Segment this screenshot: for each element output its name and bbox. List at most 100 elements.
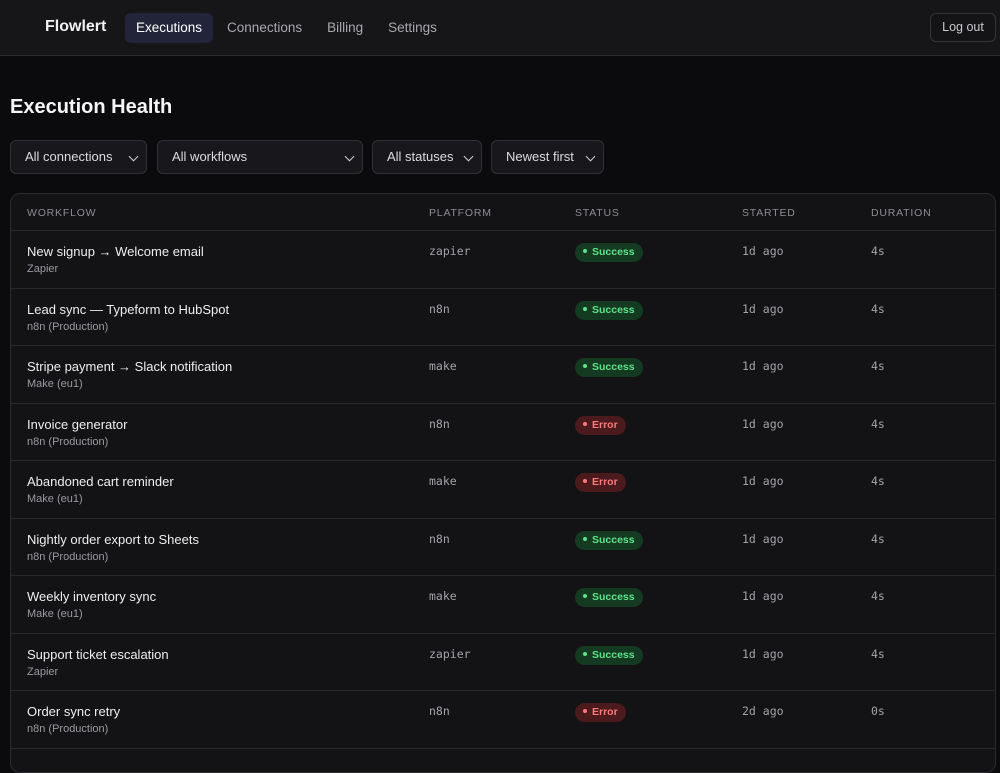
chevron-down-icon (463, 151, 474, 162)
column-header-status[interactable]: STATUS (575, 207, 620, 219)
platform-value: make (429, 474, 457, 488)
table-header: WORKFLOW PLATFORM STATUS STARTED DURATIO… (11, 194, 995, 231)
main-nav: Executions Connections Billing Settings (125, 13, 451, 43)
nav-billing[interactable]: Billing (316, 13, 374, 43)
platform-value: n8n (429, 301, 450, 316)
duration-value: 4s (871, 416, 885, 431)
status-label: Error (592, 418, 618, 431)
chevron-down-icon (344, 151, 355, 162)
table-row[interactable]: Abandoned cart reminder Make (eu1) make Err… (11, 461, 995, 519)
started-value: 1d ago (742, 589, 784, 603)
status-badge: Error (575, 703, 626, 722)
workflow-filter-value: All workflows (172, 149, 248, 164)
status-label: Success (592, 361, 635, 373)
workflow-name[interactable]: Nightly order export to Sheets (27, 532, 199, 547)
status-dot-icon (583, 594, 587, 599)
brand-logo[interactable]: Flowlert (45, 18, 106, 36)
platform-value: n8n (429, 704, 450, 718)
started-value: 1d ago (742, 474, 784, 488)
chevron-down-icon (128, 151, 139, 162)
status-label: Success (592, 591, 635, 603)
status-filter-select[interactable]: All statuses (372, 140, 482, 174)
started-value: 1d ago (742, 646, 784, 661)
column-header-platform[interactable]: PLATFORM (429, 207, 492, 219)
status-dot-icon (583, 479, 587, 484)
status-label: Error (592, 476, 618, 488)
workflow-name[interactable]: Abandoned cart reminder (27, 474, 174, 489)
platform-value: n8n (429, 416, 450, 431)
duration-value: 4s (871, 531, 885, 546)
workflow-filter-select[interactable]: All workflows (157, 140, 363, 174)
workflow-name[interactable]: Lead sync — Typeform to HubSpot (27, 302, 229, 317)
column-header-duration[interactable]: DURATION (871, 207, 931, 219)
status-badge: Error (575, 415, 626, 435)
workflow-connection: Make (eu1) (27, 608, 83, 620)
status-badge: Error (575, 473, 626, 492)
duration-value: 4s (871, 474, 885, 488)
table-row[interactable]: Invoice generator n8n (Production) n8n Erro… (11, 404, 995, 461)
status-badge: Success (575, 300, 643, 320)
duration-value: 4s (871, 301, 885, 316)
status-dot-icon (583, 421, 587, 426)
platform-value: zapier (429, 244, 471, 258)
status-badge: Success (575, 358, 643, 377)
workflow-name[interactable]: Weekly inventory sync (27, 589, 156, 604)
workflow-name[interactable]: Stripe payment → Slack notification (27, 359, 232, 374)
table-row[interactable]: Lead sync — Typeform to HubSpot n8n (Prod… (11, 289, 995, 346)
platform-value: make (429, 589, 457, 603)
table-row[interactable]: Weekly inventory sync Make (eu1) make Succe… (11, 576, 995, 634)
sort-select[interactable]: Newest first (491, 140, 604, 174)
status-label: Error (592, 706, 618, 718)
status-dot-icon (583, 536, 587, 541)
workflow-name[interactable]: Support ticket escalation (27, 647, 169, 662)
duration-value: 0s (871, 704, 885, 718)
status-label: Success (592, 533, 635, 546)
status-label: Success (592, 303, 635, 316)
platform-value: make (429, 359, 457, 373)
column-header-workflow[interactable]: WORKFLOW (27, 207, 96, 219)
page-title: Execution Health (10, 96, 173, 118)
started-value: 1d ago (742, 416, 784, 431)
nav-executions[interactable]: Executions (125, 13, 214, 43)
status-dot-icon (583, 364, 587, 369)
nav-connections[interactable]: Connections (216, 13, 313, 43)
workflow-name[interactable]: Order sync retry (27, 704, 120, 719)
platform-value: n8n (429, 531, 450, 546)
workflow-connection: Make (eu1) (27, 493, 83, 505)
logout-button[interactable]: Log out (930, 13, 996, 42)
connection-filter-value: All connections (25, 149, 113, 164)
status-badge: Success (575, 645, 643, 665)
workflow-connection: n8n (Production) (27, 435, 109, 448)
workflow-name[interactable]: New signup → Welcome email (27, 244, 204, 259)
table-row[interactable]: Nightly order export to Sheets n8n (Produ… (11, 519, 995, 576)
status-dot-icon (583, 306, 587, 311)
executions-table: WORKFLOW PLATFORM STATUS STARTED DURATIO… (10, 193, 996, 773)
table-row[interactable]: New signup → Welcome email Zapier zapier Su… (11, 231, 995, 289)
table-row[interactable]: Stripe payment → Slack notification Make … (11, 346, 995, 404)
started-value: 1d ago (742, 531, 784, 546)
workflow-connection: Make (eu1) (27, 378, 83, 390)
status-badge: Success (575, 243, 643, 262)
workflow-connection: Zapier (27, 263, 59, 275)
workflow-name[interactable]: Invoice generator (27, 417, 127, 432)
connection-filter-select[interactable]: All connections (10, 140, 147, 174)
status-filter-value: All statuses (387, 149, 454, 164)
status-badge: Success (575, 530, 643, 550)
workflow-connection: n8n (Production) (27, 320, 109, 333)
duration-value: 4s (871, 646, 885, 661)
duration-value: 4s (871, 244, 885, 258)
sort-value: Newest first (506, 149, 574, 164)
status-dot-icon (583, 249, 587, 254)
workflow-connection: Zapier (27, 665, 59, 678)
duration-value: 4s (871, 589, 885, 603)
table-row[interactable]: Order sync retry n8n (Production) n8n Error… (11, 691, 995, 749)
started-value: 1d ago (742, 359, 784, 373)
table-row[interactable]: Support ticket escalation Zapier zapier Suc… (11, 634, 995, 691)
status-label: Success (592, 648, 635, 661)
column-header-started[interactable]: STARTED (742, 207, 796, 219)
status-label: Success (592, 246, 635, 258)
top-navigation-bar: Flowlert Executions Connections Billing … (0, 0, 1000, 56)
chevron-down-icon (585, 151, 596, 162)
workflow-connection: n8n (Production) (27, 723, 109, 735)
nav-settings[interactable]: Settings (377, 13, 448, 43)
